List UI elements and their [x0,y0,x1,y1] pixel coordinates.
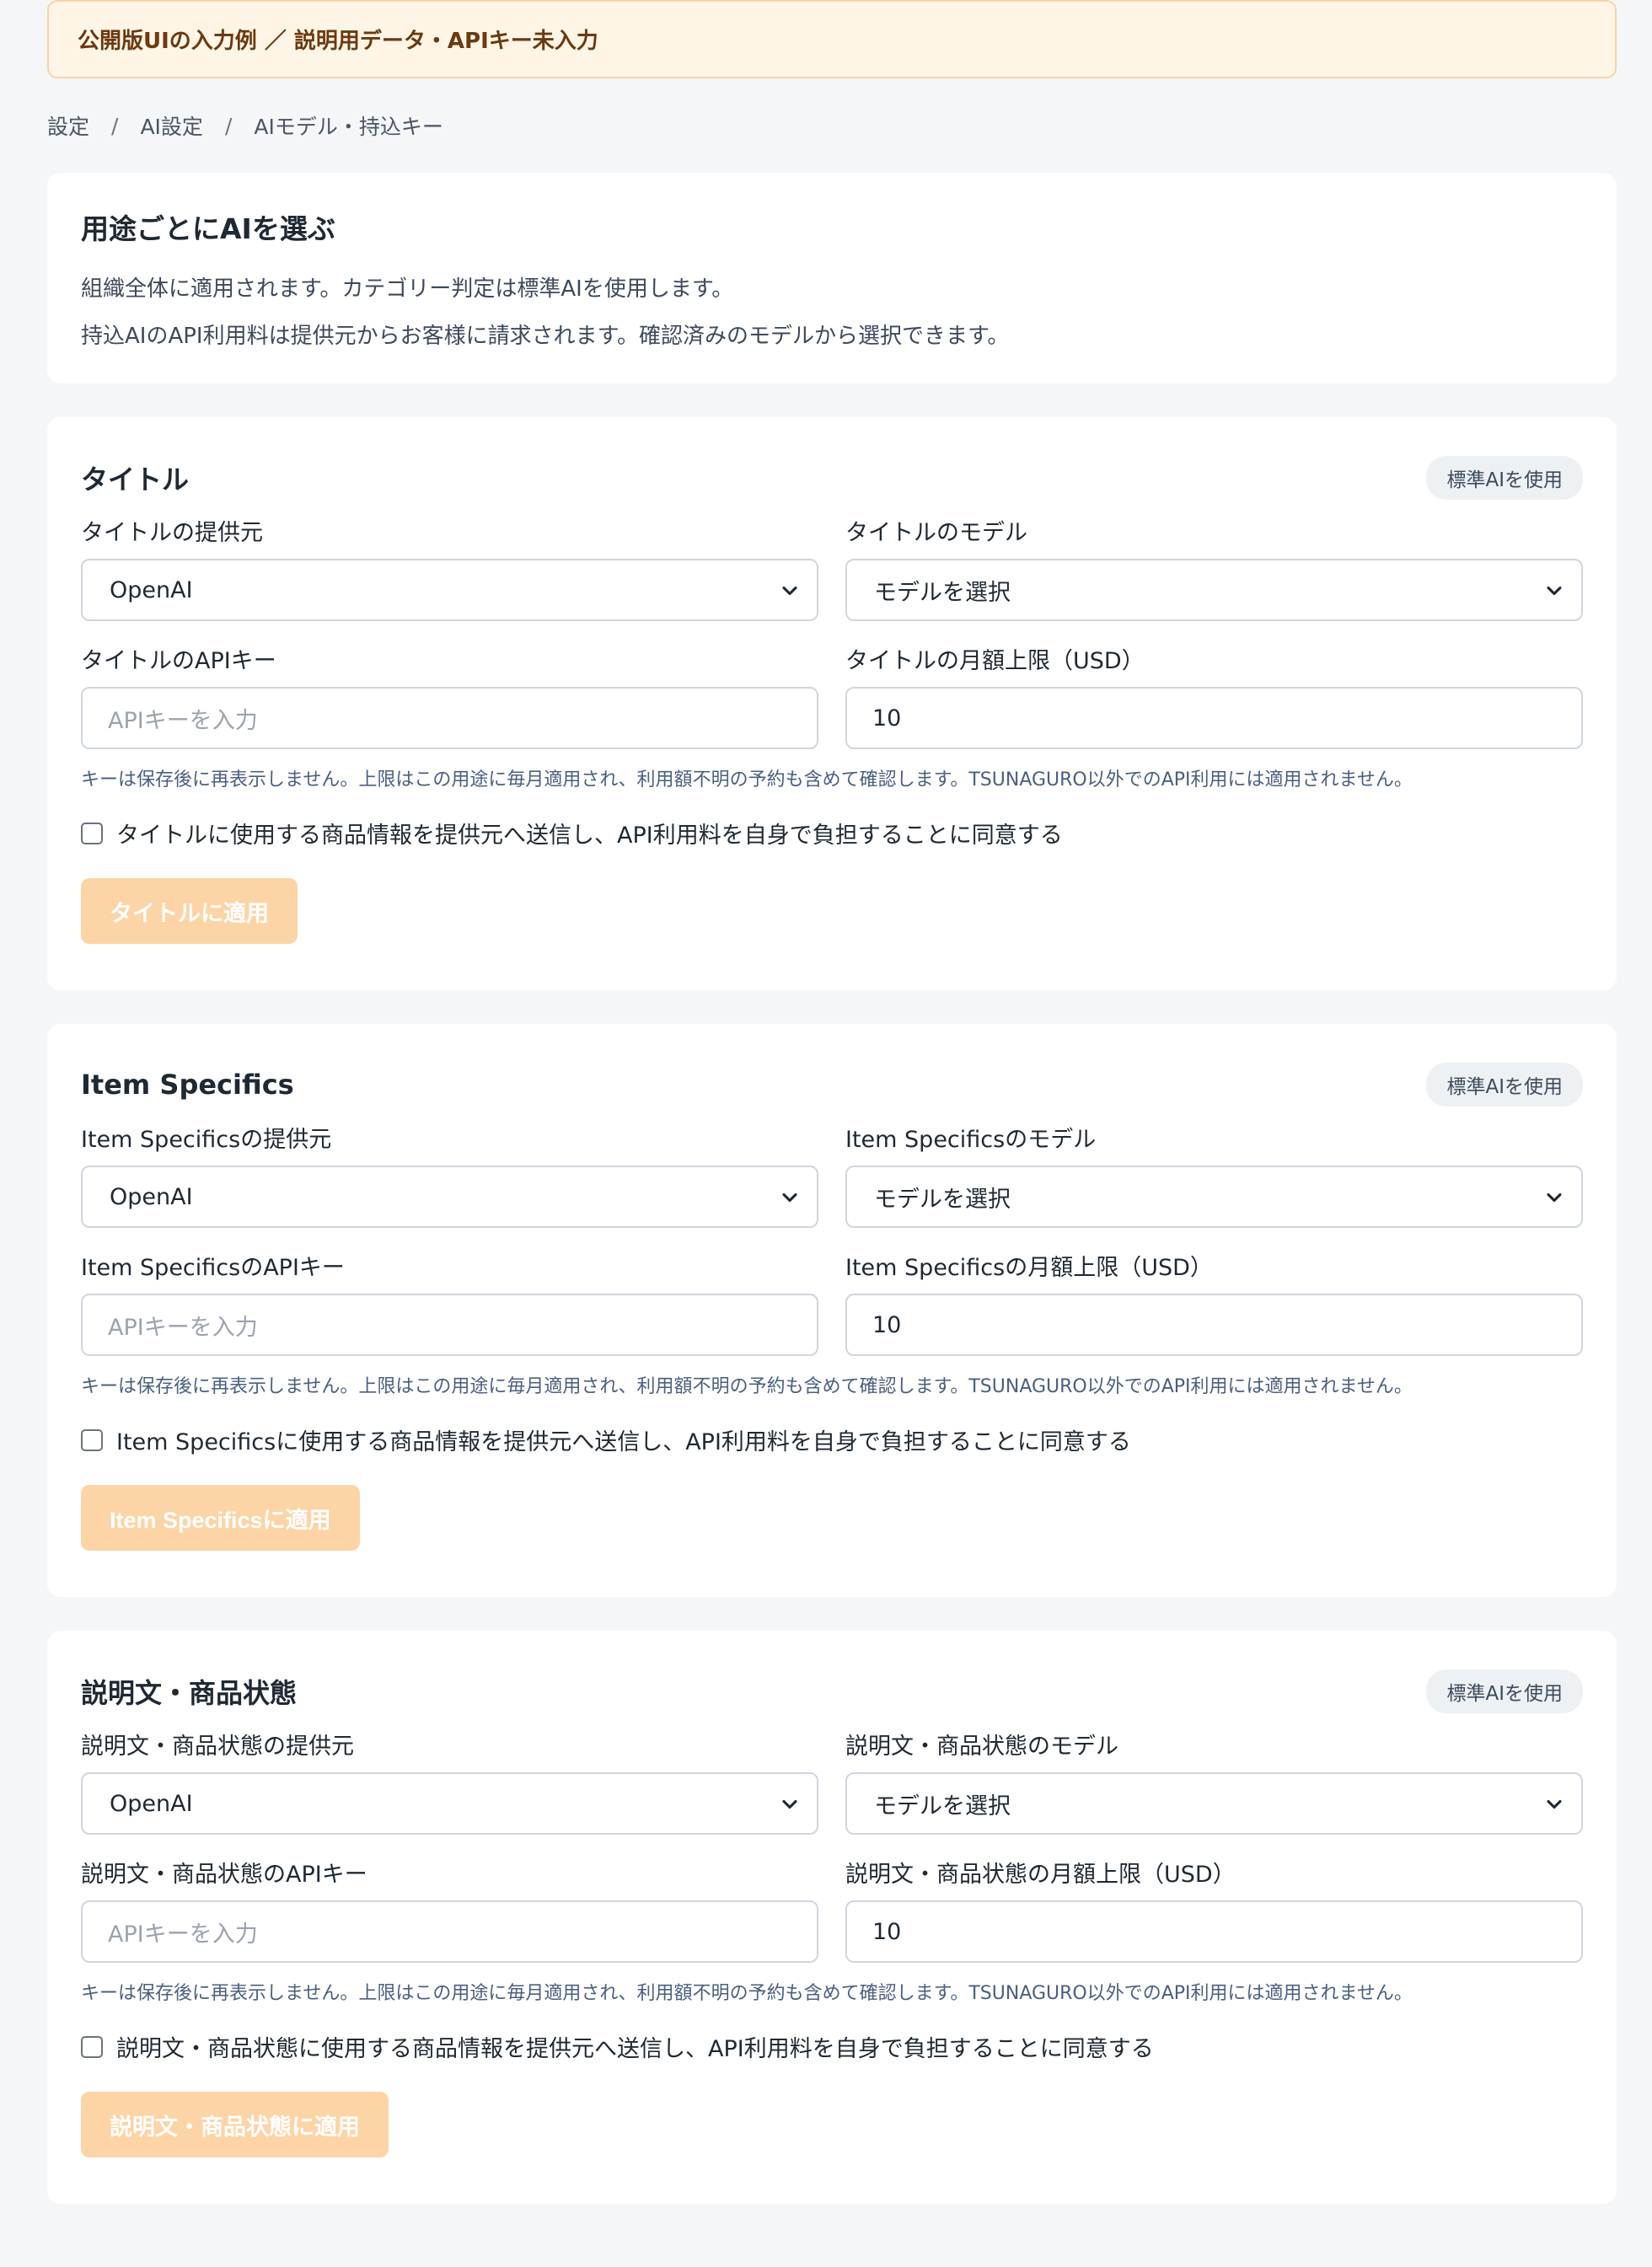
consent-row[interactable]: 説明文・商品状態に使用する商品情報を提供元へ送信し、API利用料を自身で負担する… [81,2030,1583,2063]
status-badge: 標準AIを使用 [1426,456,1583,500]
provider-value: OpenAI [110,1183,193,1210]
model-select[interactable]: モデルを選択 [845,1166,1583,1228]
provider-label: Item Specificsの提供元 [81,1127,332,1153]
provider-label: タイトルの提供元 [81,520,263,546]
limit-value: 10 [872,1918,902,1945]
apikey-label: Item SpecificsのAPIキー [81,1255,345,1281]
section-title: 説明文・商品状態 [81,1677,298,1709]
apikey-label: タイトルのAPIキー [81,648,276,674]
breadcrumb-ai-settings[interactable]: AI設定 [140,110,202,141]
limit-value: 10 [872,705,902,732]
apikey-placeholder: APIキーを入力 [108,1921,258,1948]
apikey-input[interactable]: APIキーを入力 [81,687,818,749]
apikey-label: 説明文・商品状態のAPIキー [81,1862,367,1888]
consent-label: 説明文・商品状態に使用する商品情報を提供元へ送信し、API利用料を自身で負担する… [116,2036,1154,2062]
consent-label: Item Specificsに使用する商品情報を提供元へ送信し、API利用料を自… [116,1429,1131,1455]
monthly-limit-input[interactable]: 10 [845,1294,1583,1356]
monthly-limit-input[interactable]: 10 [845,1900,1583,1963]
consent-checkbox[interactable] [81,1428,103,1451]
chevron-down-icon [782,586,797,596]
breadcrumb-separator: / [224,113,233,138]
model-label: タイトルのモデル [845,520,1027,546]
breadcrumb-settings[interactable]: 設定 [47,110,89,141]
consent-checkbox[interactable] [81,2035,103,2058]
consent-row[interactable]: Item Specificsに使用する商品情報を提供元へ送信し、API利用料を自… [81,1423,1583,1456]
model-value: モデルを選択 [874,579,1011,606]
provider-select[interactable]: OpenAI [81,1772,818,1835]
api-key-hint: キーは保存後に再表示しません。上限はこの用途に毎月適用され、利用額不明の予約も含… [81,1983,1413,2004]
limit-label: Item Specificsの月額上限（USD） [845,1255,1213,1281]
intro-line-1: 組織全体に適用されます。カテゴリー判定は標準AIを使用します。 [81,276,734,302]
apikey-input[interactable]: APIキーを入力 [81,1900,818,1963]
apikey-placeholder: APIキーを入力 [108,1314,258,1341]
limit-value: 10 [872,1311,902,1338]
consent-label: タイトルに使用する商品情報を提供元へ送信し、API利用料を自身で負担することに同… [116,823,1063,849]
apply-button[interactable]: 説明文・商品状態に適用 [81,2092,389,2157]
limit-label: 説明文・商品状態の月額上限（USD） [845,1862,1236,1888]
section-title: Item Specifics [81,1069,294,1101]
apply-button[interactable]: Item Specificsに適用 [81,1485,360,1551]
breadcrumb: 設定 / AI設定 / AIモデル・持込キー [47,78,1617,173]
provider-value: OpenAI [110,1790,193,1817]
provider-value: OpenAI [110,576,193,603]
section-description-usage: 説明文・商品状態 標準AIを使用 説明文・商品状態の提供元 OpenAI 説明文… [47,1631,1617,2204]
notice-text: 公開版UIの入力例 ／ 説明用データ・APIキー未入力 [78,29,598,54]
status-badge: 標準AIを使用 [1426,1063,1583,1107]
section-title: タイトル [81,464,190,496]
model-value: モデルを選択 [874,1793,1011,1819]
model-select[interactable]: モデルを選択 [845,559,1583,621]
consent-checkbox[interactable] [81,822,103,844]
chevron-down-icon [782,1799,797,1809]
provider-select[interactable]: OpenAI [81,559,818,621]
chevron-down-icon [1547,1799,1562,1809]
chevron-down-icon [1547,586,1562,596]
chevron-down-icon [782,1192,797,1203]
page: 公開版UIの入力例 ／ 説明用データ・APIキー未入力 設定 / AI設定 / … [47,0,1617,2238]
section-title-usage: タイトル 標準AIを使用 タイトルの提供元 OpenAI タイトルのモデル モデ… [47,417,1617,990]
demo-notice-banner: 公開版UIの入力例 ／ 説明用データ・APIキー未入力 [47,0,1617,78]
consent-row[interactable]: タイトルに使用する商品情報を提供元へ送信し、API利用料を自身で負担することに同… [81,817,1583,849]
provider-label: 説明文・商品状態の提供元 [81,1734,354,1760]
breadcrumb-separator: / [111,113,119,138]
section-item-specifics-usage: Item Specifics 標準AIを使用 Item Specificsの提供… [47,1024,1617,1597]
apikey-input[interactable]: APIキーを入力 [81,1294,818,1356]
model-value: モデルを選択 [874,1186,1011,1213]
provider-select[interactable]: OpenAI [81,1166,818,1228]
intro-line-2: 持込AIのAPI利用料は提供元からお客様に請求されます。確認済みのモデルから選択… [81,324,1010,349]
page-title: 用途ごとにAIを選ぶ [81,212,335,245]
limit-label: タイトルの月額上限（USD） [845,648,1145,674]
monthly-limit-input[interactable]: 10 [845,687,1583,749]
breadcrumb-current: AIモデル・持込キー [254,115,443,139]
apikey-placeholder: APIキーを入力 [108,707,258,734]
intro-card: 用途ごとにAIを選ぶ 組織全体に適用されます。カテゴリー判定は標準AIを使用しま… [47,173,1617,383]
chevron-down-icon [1547,1192,1562,1203]
api-key-hint: キーは保存後に再表示しません。上限はこの用途に毎月適用され、利用額不明の予約も含… [81,1376,1413,1397]
apply-button[interactable]: タイトルに適用 [81,878,298,944]
model-select[interactable]: モデルを選択 [845,1772,1583,1835]
model-label: Item Specificsのモデル [845,1127,1097,1153]
model-label: 説明文・商品状態のモデル [845,1734,1118,1760]
status-badge: 標準AIを使用 [1426,1669,1583,1713]
api-key-hint: キーは保存後に再表示しません。上限はこの用途に毎月適用され、利用額不明の予約も含… [81,769,1413,791]
